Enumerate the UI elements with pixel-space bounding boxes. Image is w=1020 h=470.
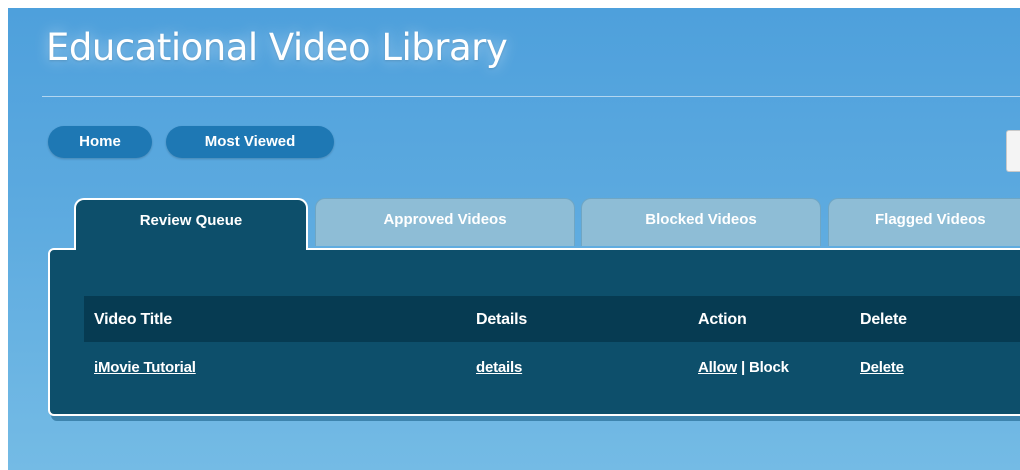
page-title: Educational Video Library bbox=[46, 26, 508, 69]
nav-home-button[interactable]: Home bbox=[48, 126, 152, 158]
nav-most-viewed-button[interactable]: Most Viewed bbox=[166, 126, 334, 158]
tab-flagged-videos[interactable]: Flagged Videos bbox=[828, 198, 1020, 246]
tab-approved-videos[interactable]: Approved Videos bbox=[315, 198, 575, 246]
action-separator: | bbox=[737, 359, 749, 376]
delete-cell: Delete bbox=[860, 359, 904, 376]
column-header-video-title: Video Title bbox=[94, 311, 173, 328]
tab-review-queue[interactable]: Review Queue bbox=[74, 198, 308, 250]
action-cell: Allow | Block bbox=[698, 359, 789, 376]
details-cell: details bbox=[476, 359, 522, 376]
allow-link[interactable]: Allow bbox=[698, 359, 737, 376]
column-header-delete: Delete bbox=[860, 311, 907, 328]
column-header-details: Details bbox=[476, 311, 528, 328]
search-box-edge[interactable] bbox=[1006, 130, 1020, 172]
tab-blocked-videos[interactable]: Blocked Videos bbox=[581, 198, 821, 246]
video-title-link[interactable]: iMovie Tutorial bbox=[94, 359, 196, 376]
delete-link[interactable]: Delete bbox=[860, 359, 904, 376]
details-link[interactable]: details bbox=[476, 359, 522, 376]
review-queue-panel: Video Title Details Action Delete iMovie… bbox=[48, 248, 1020, 416]
column-header-action: Action bbox=[698, 311, 747, 328]
table-row: iMovie Tutorial bbox=[94, 359, 196, 376]
title-divider bbox=[42, 96, 1020, 97]
block-link[interactable]: Block bbox=[749, 359, 789, 376]
app-window: Educational Video Library Home Most View… bbox=[8, 8, 1020, 470]
